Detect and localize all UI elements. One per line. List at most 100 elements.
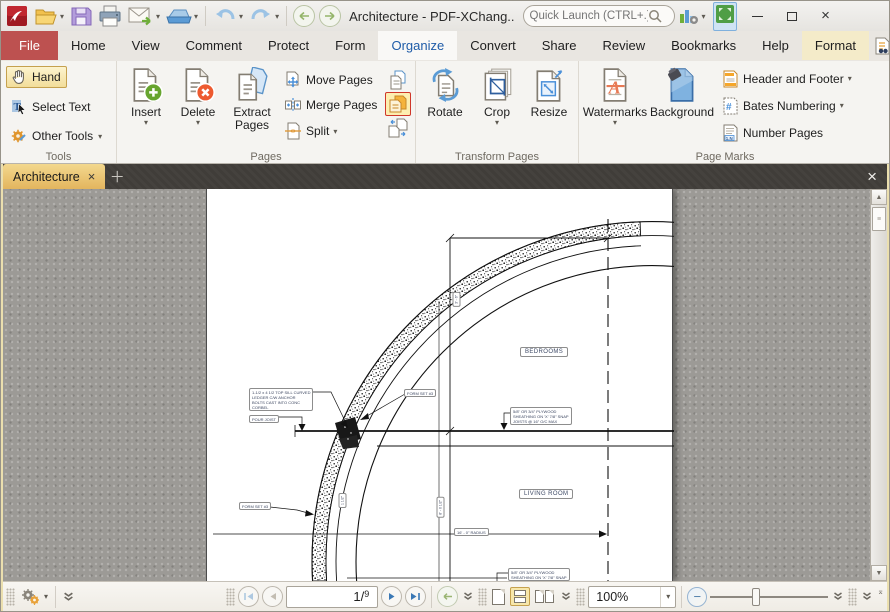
rotate-pages-button[interactable]: Rotate <box>419 63 471 148</box>
tab-help[interactable]: Help <box>749 31 802 60</box>
maximize-button[interactable] <box>775 4 809 28</box>
launch-applications-button[interactable]: ▾ <box>675 3 709 29</box>
previous-view-button[interactable] <box>437 586 458 607</box>
scan-dropdown-caret[interactable]: ▾ <box>194 12 198 21</box>
tab-share[interactable]: Share <box>529 31 590 60</box>
hand-tool-button[interactable]: Hand <box>6 66 67 88</box>
split-button[interactable]: Split ▾ <box>282 121 382 141</box>
toolbar-grip[interactable] <box>226 588 235 606</box>
insert-pages-button[interactable]: Insert ▾ <box>120 63 172 148</box>
toolbar-grip[interactable] <box>478 588 487 606</box>
single-page-layout-button[interactable] <box>490 587 507 607</box>
extract-pages-button[interactable]: ExtractPages <box>224 63 280 148</box>
tab-view[interactable]: View <box>119 31 173 60</box>
toolbar-grip[interactable] <box>848 588 857 606</box>
background-button[interactable]: Background <box>648 63 716 148</box>
history-back-button[interactable] <box>293 5 315 27</box>
zoom-out-button[interactable]: − <box>687 587 707 607</box>
redo-button[interactable]: ▾ <box>246 3 282 29</box>
move-pages-button[interactable]: Move Pages <box>282 70 382 90</box>
save-button[interactable] <box>67 3 95 29</box>
undo-dropdown-caret[interactable]: ▾ <box>239 12 243 21</box>
fullscreen-toggle-button[interactable] <box>713 2 737 31</box>
pdf-page[interactable]: BEDROOMS LIVING ROOM 1-1/2 x 4 1/2 TOP S… <box>206 189 673 581</box>
expand-toolbar-button[interactable] <box>61 590 76 604</box>
toolbar-grip[interactable] <box>576 588 585 606</box>
tab-organize[interactable]: Organize <box>378 31 457 60</box>
minimize-button[interactable] <box>741 4 775 28</box>
new-tab-button[interactable]: ＋ <box>105 164 129 189</box>
tab-format[interactable]: Format <box>802 31 869 60</box>
view-history-expand-button[interactable] <box>461 590 475 603</box>
select-text-button[interactable]: T Select Text <box>6 97 95 117</box>
zoom-slider-handle[interactable] <box>752 588 760 606</box>
redo-dropdown-caret[interactable]: ▾ <box>275 12 279 21</box>
zoom-slider[interactable] <box>710 587 828 607</box>
status-options-button[interactable]: ▾ <box>18 586 50 608</box>
document-area[interactable]: BEDROOMS LIVING ROOM 1-1/2 x 4 1/2 TOP S… <box>3 189 887 581</box>
email-button[interactable]: ▾ <box>125 3 163 29</box>
tab-comment[interactable]: Comment <box>173 31 255 60</box>
title-bar: ▾ ▾ ▾ ▾ ▾ Architectur <box>1 1 889 31</box>
scrollbar-thumb[interactable]: ≡ <box>872 207 886 231</box>
open-dropdown-caret[interactable]: ▾ <box>60 12 64 21</box>
gears-icon <box>20 588 42 606</box>
quick-launch-box[interactable] <box>523 5 675 27</box>
last-page-button[interactable] <box>405 586 426 607</box>
vertical-scrollbar[interactable]: ▲ ≡ ▼ <box>870 189 887 581</box>
history-forward-button[interactable] <box>319 5 341 27</box>
scan-button[interactable]: ▾ <box>163 3 201 29</box>
find-button[interactable]: Find... <box>869 35 890 57</box>
number-pages-button[interactable]: 1.N Number Pages <box>720 123 864 143</box>
continuous-layout-button[interactable] <box>510 587 530 607</box>
scroll-up-button[interactable]: ▲ <box>871 189 887 205</box>
duplicate-pages-icon <box>388 94 408 114</box>
open-button[interactable]: ▾ <box>31 3 67 29</box>
page-number-box[interactable]: 1/9 <box>286 586 378 608</box>
crop-pages-button[interactable]: Crop ▾ <box>471 63 523 148</box>
close-document-button[interactable]: × <box>857 164 887 189</box>
bates-numbering-button[interactable]: # Bates Numbering ▾ <box>720 96 864 116</box>
zoom-level-select[interactable]: 100% ▾ <box>588 586 676 608</box>
two-page-layout-button[interactable] <box>533 588 556 605</box>
tab-convert[interactable]: Convert <box>457 31 529 60</box>
tab-home[interactable]: Home <box>58 31 119 60</box>
tab-bookmarks[interactable]: Bookmarks <box>658 31 749 60</box>
status-options-caret[interactable]: ▾ <box>44 592 48 601</box>
toolbar-grip[interactable] <box>6 588 15 606</box>
continuous-layout-icon <box>514 590 526 596</box>
first-page-button[interactable] <box>238 586 259 607</box>
zoom-dropdown-caret[interactable]: ▾ <box>660 587 675 607</box>
layout-options-expand-button[interactable] <box>559 590 573 603</box>
document-tab-close-icon[interactable]: × <box>88 169 96 184</box>
duplicate-pages-button[interactable] <box>385 92 411 116</box>
print-icon <box>98 5 122 27</box>
email-dropdown-caret[interactable]: ▾ <box>156 12 160 21</box>
more-tools-expand-button[interactable] <box>860 590 874 603</box>
delete-pages-button[interactable]: Delete ▾ <box>172 63 224 148</box>
merge-pages-button[interactable]: Merge Pages <box>282 95 382 115</box>
document-tab-architecture[interactable]: Architecture × <box>3 164 105 189</box>
tab-review[interactable]: Review <box>589 31 658 60</box>
close-button[interactable]: × <box>809 4 843 28</box>
undo-button[interactable]: ▾ <box>210 3 246 29</box>
group-pages: Insert ▾ Delete ▾ ExtractPages Move Page… <box>117 61 416 163</box>
tab-file[interactable]: File <box>1 31 58 60</box>
quick-launch-input[interactable] <box>530 10 648 22</box>
tab-protect[interactable]: Protect <box>255 31 322 60</box>
watermarks-button[interactable]: A Watermarks ▾ <box>582 63 648 148</box>
next-page-button[interactable] <box>381 586 402 607</box>
print-button[interactable] <box>95 3 125 29</box>
launch-dropdown-caret[interactable]: ▾ <box>702 12 706 21</box>
zoom-options-expand-button[interactable] <box>831 590 845 603</box>
resize-pages-button[interactable]: Resize <box>523 63 575 148</box>
copy-pages-button[interactable] <box>385 68 411 92</box>
scroll-down-button[interactable]: ▼ <box>871 565 887 581</box>
tab-form[interactable]: Form <box>322 31 378 60</box>
previous-page-button[interactable] <box>262 586 283 607</box>
statusbar-corner-handle[interactable]: ⌅ <box>877 587 884 596</box>
replace-pages-button[interactable] <box>385 116 411 140</box>
header-and-footer-button[interactable]: Header and Footer ▾ <box>720 69 864 89</box>
ribbon: Hand T Select Text Other Tools ▾ Tools I… <box>1 61 889 164</box>
other-tools-button[interactable]: Other Tools ▾ <box>6 126 107 146</box>
